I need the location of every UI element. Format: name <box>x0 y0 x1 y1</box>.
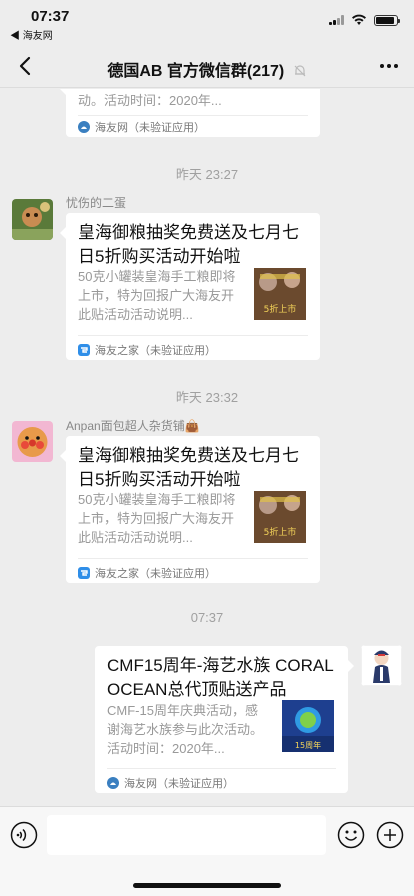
chat-header: 德国AB 官方微信群(217) <box>0 44 414 88</box>
back-to-app-link[interactable]: ◀ 海友网 <box>10 27 53 42</box>
message-input-bar <box>0 806 414 896</box>
chat-message-list[interactable]: 动。活动时间：2020年... 海友网（未验证应用） 昨天 23:27 忧伤的二… <box>0 89 414 805</box>
card-description: 50克小罐装皇海手工粮即将上市，特为回报广大海友开此贴活动活动说明... <box>78 492 236 545</box>
voice-input-icon[interactable] <box>10 821 38 849</box>
card-divider <box>78 558 308 559</box>
app-source-icon <box>78 121 90 133</box>
emoji-icon[interactable] <box>337 821 365 849</box>
app-source-icon <box>78 567 90 579</box>
card-thumbnail-caption: 5折上市 <box>264 303 297 315</box>
card-thumbnail-caption: 15周年 <box>295 740 321 750</box>
avatar[interactable] <box>12 199 53 240</box>
card-source: 海友网（未验证应用） <box>107 775 234 791</box>
card-source-label: 海友网（未验证应用） <box>95 122 205 134</box>
card-thumbnail: 5折上市 <box>254 268 306 320</box>
card-divider <box>78 335 308 336</box>
message-timestamp: 昨天 23:32 <box>175 390 239 405</box>
card-thumbnail: 5折上市 <box>254 491 306 543</box>
card-thumbnail: 15周年 <box>282 700 334 752</box>
status-icons <box>329 14 400 26</box>
card-description: 动。活动时间：2020年... <box>78 93 222 108</box>
status-bar: 07:37 ◀ 海友网 <box>0 0 414 44</box>
card-description: 50克小罐装皇海手工粮即将上市，特为回报广大海友开此贴活动活动说明... <box>78 269 236 322</box>
home-indicator <box>133 883 281 888</box>
chat-title-text: 德国AB 官方微信群(217) <box>107 63 285 80</box>
battery-icon <box>374 14 400 26</box>
card-source: 海友之家（未验证应用） <box>78 342 216 358</box>
chat-title: 德国AB 官方微信群(217) <box>0 57 414 81</box>
link-card-message[interactable]: CMF15周年-海艺水族 CORAL OCEAN总代顶贴送产品 CMF-15周年… <box>95 646 354 793</box>
sender-name: 忧伤的二蛋 <box>66 196 127 210</box>
card-source-label: 海友网（未验证应用） <box>124 778 234 790</box>
add-attachment-icon[interactable] <box>376 821 404 849</box>
battery-level <box>376 16 394 24</box>
avatar[interactable] <box>361 645 402 686</box>
card-title: 皇海御粮抽奖免费送及七月七日5折购买活动开始啦 <box>78 223 299 266</box>
app-source-icon <box>78 344 90 356</box>
mute-bell-icon <box>294 65 306 77</box>
message-timestamp: 昨天 23:27 <box>175 167 239 182</box>
cellular-signal-icon <box>329 15 344 25</box>
card-description: CMF-15周年庆典活动，感谢海艺水族参与此次活动。活动时间：2020年... <box>107 703 264 756</box>
card-source-label: 海友之家（未验证应用） <box>95 345 216 357</box>
card-divider <box>78 115 308 116</box>
link-card-message[interactable]: 皇海御粮抽奖免费送及七月七日5折购买活动开始啦 50克小罐装皇海手工粮即将上市，… <box>60 213 320 360</box>
status-time: 07:37 <box>31 8 70 25</box>
card-divider <box>107 768 336 769</box>
message-text-field[interactable] <box>47 815 326 855</box>
more-options-icon[interactable] <box>380 64 398 68</box>
message-timestamp: 07:37 <box>190 610 224 625</box>
link-card-message[interactable]: 皇海御粮抽奖免费送及七月七日5折购买活动开始啦 50克小罐装皇海手工粮即将上市，… <box>60 436 320 583</box>
card-source-label: 海友之家（未验证应用） <box>95 568 216 580</box>
card-source: 海友网（未验证应用） <box>78 119 205 135</box>
app-source-icon <box>107 777 119 789</box>
card-thumbnail-caption: 5折上市 <box>264 526 297 538</box>
wifi-icon <box>352 14 366 25</box>
sender-name: Anpan面包超人杂货铺👜 <box>66 419 200 433</box>
card-source: 海友之家（未验证应用） <box>78 565 216 581</box>
card-title: 皇海御粮抽奖免费送及七月七日5折购买活动开始啦 <box>78 446 299 489</box>
link-card-message[interactable]: 动。活动时间：2020年... 海友网（未验证应用） <box>60 89 320 137</box>
avatar[interactable] <box>12 421 53 462</box>
card-title: CMF15周年-海艺水族 CORAL OCEAN总代顶贴送产品 <box>107 656 334 699</box>
